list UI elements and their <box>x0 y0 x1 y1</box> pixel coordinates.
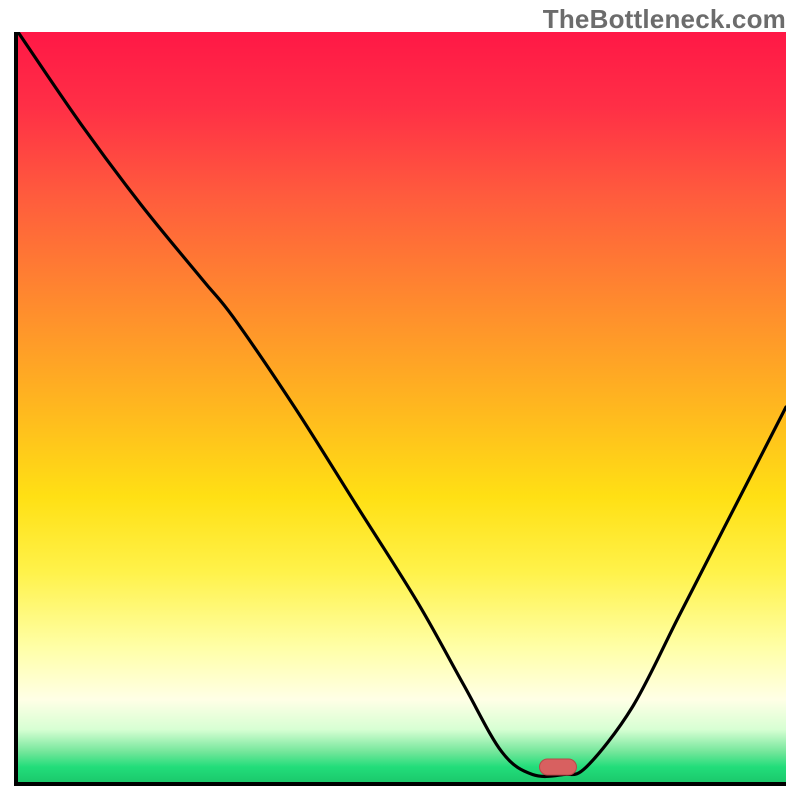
watermark-text: TheBottleneck.com <box>543 4 786 35</box>
plot-area <box>14 32 786 786</box>
chart-frame: TheBottleneck.com <box>0 0 800 800</box>
bottleneck-curve <box>18 32 786 782</box>
optimal-marker <box>539 759 577 776</box>
